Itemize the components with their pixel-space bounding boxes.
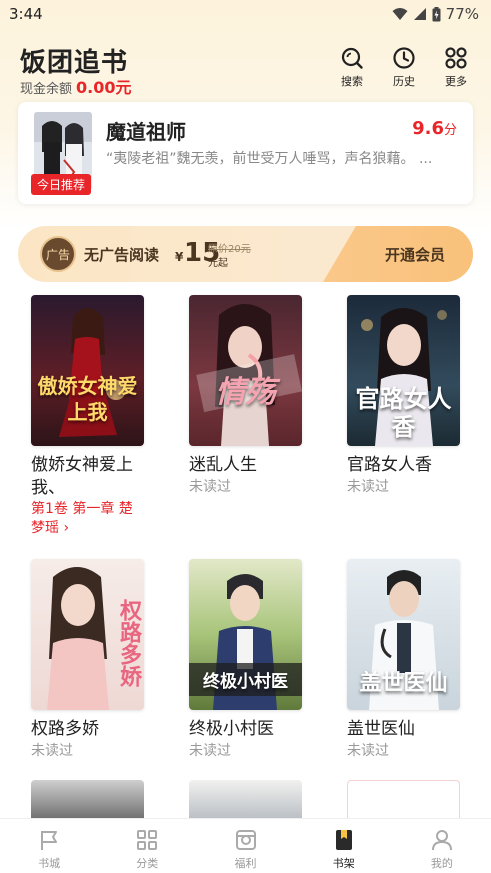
read-status: 未读过 (347, 479, 389, 495)
recommend-score: 9.6分 (412, 118, 457, 139)
book-cover: 权路多娇 (31, 559, 144, 710)
wifi-icon (392, 8, 408, 20)
history-label: 历史 (393, 75, 415, 88)
status-time: 3:44 (9, 5, 43, 23)
book-item[interactable]: 傲娇女神爱上我 傲娇女神爱上我、 第1卷 第一章 楚梦瑶 › (31, 295, 161, 538)
nav-bookshelf[interactable]: 书架 (295, 819, 393, 873)
nav-profile[interactable]: 我的 (393, 819, 491, 873)
book-cover-partial[interactable] (189, 780, 302, 820)
nav-label: 书城 (38, 857, 61, 870)
book-cover: 终极小村医 (189, 559, 302, 710)
nav-label: 福利 (234, 857, 257, 870)
read-status: 未读过 (31, 743, 73, 759)
book-cover: 官路女人香 (347, 295, 460, 446)
bottom-nav: 书城 分类 福利 书架 我的 (0, 818, 491, 873)
battery-level: 77% (445, 5, 479, 23)
status-bar: 3:44 77% (0, 0, 491, 28)
history-button[interactable]: 历史 (389, 46, 419, 89)
open-vip-button[interactable]: 开通会员 (385, 244, 445, 265)
cover-text: 情殇 (215, 375, 276, 410)
cover-text: 终极小村医 (189, 663, 302, 696)
no-ads-logo: 广告 (40, 236, 76, 272)
book-cover: 傲娇女神爱上我 (31, 295, 144, 446)
status-icons: 77% (392, 5, 479, 23)
book-title: 盖世医仙 (347, 719, 415, 739)
cover-text: 权路多娇 (116, 599, 141, 687)
category-icon (137, 830, 158, 850)
cover-text: 傲娇女神爱上我 (37, 374, 138, 424)
no-ads-text: 无广告阅读 (84, 246, 160, 264)
nav-welfare[interactable]: 福利 (196, 819, 294, 873)
price-symbol: ¥ (175, 250, 184, 264)
more-button[interactable]: 更多 (441, 46, 471, 89)
clock-icon (393, 47, 415, 69)
read-status: 未读过 (347, 743, 389, 759)
book-title: 权路多娇 (31, 719, 99, 739)
vip-banner[interactable]: 广告 无广告阅读 ¥ 15 原价20元 元起 开通会员 (18, 226, 473, 282)
reading-progress-link[interactable]: 第1卷 第一章 楚梦瑶 › (31, 500, 146, 538)
book-cover-partial[interactable] (31, 780, 144, 820)
book-title: 官路女人香 (347, 455, 432, 475)
nav-label: 分类 (136, 857, 159, 870)
signal-icon (413, 8, 426, 20)
more-label: 更多 (445, 75, 467, 88)
header-actions: 搜索 历史 更多 (337, 46, 471, 89)
price-suffix: 元起 (208, 258, 228, 269)
search-icon (341, 47, 363, 69)
book-item[interactable]: 终极小村医 终极小村医 未读过 (189, 559, 319, 761)
read-status: 未读过 (189, 479, 231, 495)
balance-value: 0.00元 (76, 78, 132, 97)
cover-text: 盖世医仙 (359, 671, 448, 696)
book-cover: 情殇 (189, 295, 302, 446)
grid-icon (445, 47, 467, 69)
book-title: 傲娇女神爱上我、 (31, 455, 133, 498)
search-label: 搜索 (341, 75, 363, 88)
book-item[interactable]: 情殇 迷乱人生 未读过 (189, 295, 319, 497)
cover-text: 官路女人香 (355, 385, 452, 441)
bookshelf-icon (335, 830, 352, 850)
book-cover-partial[interactable] (347, 780, 460, 820)
today-recommend-badge: 今日推荐 (31, 174, 92, 195)
recommend-book-title: 魔道祖师 (106, 120, 186, 144)
balance-label: 现金余额 (20, 82, 73, 97)
nav-label: 我的 (430, 857, 453, 870)
nav-category[interactable]: 分类 (98, 819, 196, 873)
profile-icon (431, 830, 452, 851)
cash-balance[interactable]: 现金余额 0.00元 (20, 74, 132, 98)
gift-icon (235, 830, 256, 850)
nav-label: 书架 (332, 857, 355, 870)
battery-icon (432, 6, 441, 21)
read-status: 未读过 (189, 743, 231, 759)
nav-bookstore[interactable]: 书城 (0, 819, 98, 873)
flag-icon (41, 831, 58, 850)
score-unit: 分 (443, 123, 457, 138)
recommend-description: “夷陵老祖”魏无羡，前世受万人唾骂，声名狼藉。 ... (106, 151, 433, 167)
score-value: 9.6 (412, 118, 444, 139)
daily-recommend-card[interactable]: 今日推荐 魔道祖师 9.6分 “夷陵老祖”魏无羡，前世受万人唾骂，声名狼藉。 .… (18, 102, 473, 204)
original-price: 原价20元 (208, 244, 251, 255)
book-item[interactable]: 盖世医仙 盖世医仙 未读过 (347, 559, 477, 761)
book-cover: 盖世医仙 (347, 559, 460, 710)
book-title: 终极小村医 (189, 719, 274, 739)
book-item[interactable]: 权路多娇 权路多娇 未读过 (31, 559, 161, 761)
book-title: 迷乱人生 (189, 455, 257, 475)
book-item[interactable]: 官路女人香 官路女人香 未读过 (347, 295, 477, 497)
search-button[interactable]: 搜索 (337, 46, 367, 89)
